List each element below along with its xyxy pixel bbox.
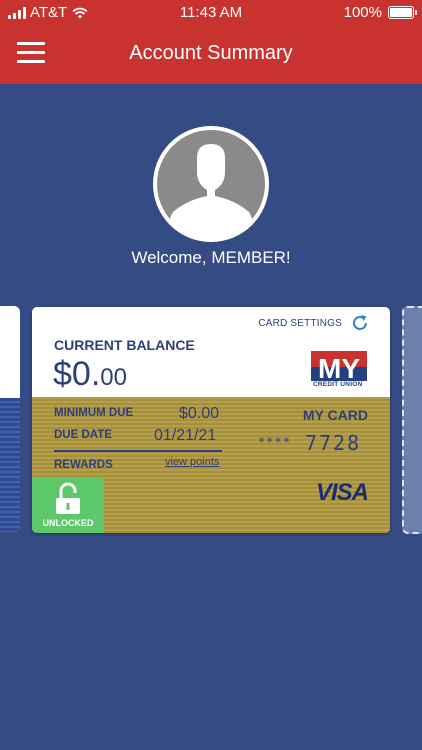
rewards-label: REWARDS: [54, 459, 113, 471]
unlocked-padlock-icon: [56, 482, 80, 514]
nav-bar: Account Summary: [0, 24, 422, 84]
balance-dollars: $0.: [53, 355, 101, 393]
view-points-link[interactable]: view points: [165, 456, 219, 468]
current-balance-value: $0.00: [53, 355, 127, 394]
welcome-message: Welcome, MEMBER!: [131, 248, 291, 267]
balance-cents: 00: [100, 364, 127, 391]
page-title: Account Summary: [129, 42, 293, 64]
minimum-due-value: $0.00: [179, 405, 220, 422]
user-silhouette-icon: [157, 130, 265, 238]
card-settings-link[interactable]: CARD SETTINGS: [258, 318, 342, 329]
card-name: MY CARD: [302, 407, 368, 423]
status-bar: AT&T 11:43 AM 100%: [0, 0, 422, 24]
due-date-value: 01/21/21: [154, 427, 217, 444]
minimum-due-label: MINIMUM DUE: [54, 407, 134, 419]
current-balance-label: CURRENT BALANCE: [54, 337, 195, 353]
previous-card-stripes: [0, 398, 20, 532]
add-card-placeholder[interactable]: [402, 306, 422, 534]
avatar[interactable]: [153, 126, 269, 242]
refresh-icon[interactable]: [350, 313, 370, 333]
credit-card[interactable]: CARD SETTINGS CURRENT BALANCE $0.00 MY C…: [32, 307, 390, 533]
logo-subtitle: CREDIT UNION: [313, 381, 363, 388]
logo-text: MY: [318, 353, 360, 384]
card-mask: ****: [258, 435, 291, 449]
visa-logo: VISA: [315, 479, 369, 506]
battery-percent: 100%: [343, 4, 382, 21]
lock-toggle-button[interactable]: UNLOCKED: [32, 477, 104, 533]
card-last4: 7728: [304, 431, 362, 455]
card-number: **** 7728: [258, 431, 361, 455]
battery-icon: [388, 6, 417, 19]
previous-card-peek[interactable]: [0, 306, 20, 532]
battery-group: 100%: [343, 4, 417, 21]
divider: [54, 450, 222, 452]
due-date-label: DUE DATE: [54, 429, 112, 441]
lock-status-label: UNLOCKED: [42, 518, 94, 528]
